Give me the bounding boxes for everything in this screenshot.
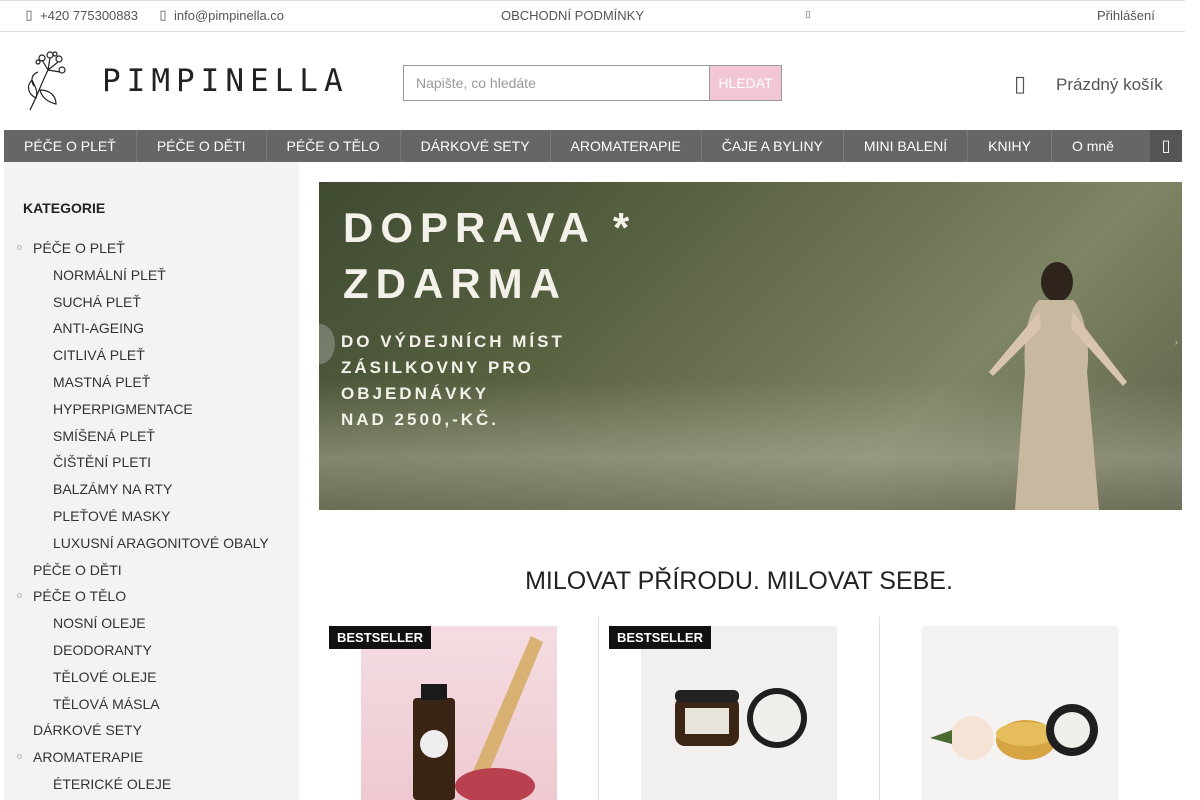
category-label: CITLIVÁ PLEŤ <box>53 347 145 364</box>
category-label: NOSNÍ OLEJE <box>53 615 146 632</box>
logo[interactable]: PIMPINELLA <box>24 50 349 112</box>
nav-item-aromatherapy[interactable]: AROMATERAPIE <box>551 130 702 162</box>
category-label: NORMÁLNÍ PLEŤ <box>53 266 166 283</box>
logo-plant-icon <box>27 51 66 111</box>
category-sidebar: KATEGORIE PÉČE O PLEŤ NORMÁLNÍ PLEŤ SUCHÁ … <box>4 162 299 800</box>
nav-item-about[interactable]: O mně <box>1052 130 1134 162</box>
expand-bullet-icon <box>17 593 22 599</box>
nav-item-teas-herbs[interactable]: ČAJE A BYLINY <box>702 130 844 162</box>
cart[interactable]: ▯ Prázdný košík <box>1012 72 1163 97</box>
product-image[interactable] <box>641 626 837 800</box>
bestseller-badge: BESTSELLER <box>329 626 431 649</box>
category-label: AROMATERAPIE <box>33 749 144 766</box>
category-label: HYPERPIGMENTACE <box>53 400 193 417</box>
category-label: TĚLOVÉ OLEJE <box>53 668 157 685</box>
sidebar-category[interactable]: DÁRKOVÉ SETY <box>33 722 142 738</box>
sidebar-category[interactable]: PÉČE O DĚTI <box>33 562 122 578</box>
sidebar-subcategory[interactable]: ČIŠTĚNÍ PLETI <box>53 454 151 470</box>
search-button[interactable]: HLEDAT <box>709 65 782 101</box>
nav-item-skin-care[interactable]: PÉČE O PLEŤ <box>4 130 137 162</box>
flag-icon[interactable]: ▯ <box>803 10 813 20</box>
category-label: ANTI-AGEING <box>53 320 145 337</box>
banner-line-5: OBJEDNÁVKY <box>341 384 490 403</box>
main-nav: PÉČE O PLEŤ PÉČE O DĚTI PÉČE O TĚLO DÁRK… <box>4 130 1182 162</box>
banner-woman-image <box>989 262 1127 510</box>
category-label: PÉČE O TĚLO <box>33 588 127 605</box>
product-image[interactable] <box>361 626 557 800</box>
nav-item-gift-sets[interactable]: DÁRKOVÉ SETY <box>401 130 551 162</box>
sidebar-subcategory[interactable]: DEODORANTY <box>53 642 152 658</box>
category-label: ČIŠTĚNÍ PLETI <box>53 454 152 471</box>
category-label: PÉČE O DĚTI <box>33 561 122 578</box>
banner-next-icon[interactable]: › <box>1175 337 1178 348</box>
banner-line-3: DO VÝDEJNÍCH MÍST <box>341 332 565 351</box>
cart-label: Prázdný košík <box>1056 74 1163 94</box>
page-tagline: MILOVAT PŘÍRODU. MILOVAT SEBE. <box>525 567 953 595</box>
sidebar-subcategory[interactable]: CITLIVÁ PLEŤ <box>53 347 145 363</box>
login-link[interactable]: Přihlášení <box>1097 8 1155 23</box>
search-icon[interactable]: ▯ <box>1150 130 1182 162</box>
phone-number: +420 775300883 <box>40 8 138 23</box>
promo-banner[interactable]: DOPRAVA * ZDARMA DO VÝDEJNÍCH MÍST ZÁSIL… <box>319 182 1182 510</box>
brand-name: PIMPINELLA <box>102 63 349 99</box>
sidebar-category[interactable]: PÉČE O TĚLO <box>17 588 127 605</box>
category-label: SUCHÁ PLEŤ <box>53 293 141 310</box>
sidebar-subcategory[interactable]: TĚLOVÉ OLEJE <box>53 669 156 685</box>
banner-line-2: ZDARMA <box>343 260 567 307</box>
sidebar-subcategory[interactable]: HYPERPIGMENTACE <box>53 401 193 417</box>
category-label: BALZÁMY NA RTY <box>53 481 173 498</box>
category-label: PÉČE O PLEŤ <box>33 240 125 256</box>
category-label: DEODORANTY <box>53 642 152 658</box>
sidebar-category[interactable]: AROMATERAPIE <box>17 749 144 766</box>
product-image[interactable] <box>922 626 1118 800</box>
sidebar-subcategory[interactable]: ÉTERICKÉ OLEJE <box>53 776 171 792</box>
phone-link[interactable]: ▯ +420 775300883 <box>24 8 138 23</box>
terms-label: OBCHODNÍ PODMÍNKY <box>501 8 645 23</box>
product-card[interactable] <box>880 617 1161 800</box>
sidebar-subcategory[interactable]: MASTNÁ PLEŤ <box>53 374 150 390</box>
sidebar-subcategory[interactable]: LUXUSNÍ ARAGONITOVÉ OBALY <box>53 535 269 551</box>
nav-item-books[interactable]: KNIHY <box>968 130 1052 162</box>
banner-prev-button[interactable] <box>319 324 335 364</box>
search-form: HLEDAT <box>403 65 782 101</box>
phone-icon: ▯ <box>25 8 33 23</box>
terms-link[interactable]: OBCHODNÍ PODMÍNKY <box>501 8 644 23</box>
category-label: ÉTERICKÉ OLEJE <box>53 776 172 792</box>
sidebar-category[interactable]: PÉČE O PLEŤ <box>17 240 125 256</box>
category-label: SMÍŠENÁ PLEŤ <box>53 427 155 444</box>
category-label: DÁRKOVÉ SETY <box>33 722 142 739</box>
sidebar-subcategory[interactable]: SUCHÁ PLEŤ <box>53 294 141 310</box>
expand-bullet-icon <box>17 245 22 250</box>
search-input[interactable] <box>403 65 709 101</box>
banner-line-4: ZÁSILKOVNY PRO <box>341 358 534 377</box>
category-label: MASTNÁ PLEŤ <box>53 374 151 390</box>
banner-line-6: NAD 2500,-KČ. <box>341 410 500 429</box>
mail-icon: ▯ <box>159 8 167 23</box>
sidebar-subcategory[interactable]: NOSNÍ OLEJE <box>53 615 146 631</box>
category-label: PLEŤOVÉ MASKY <box>53 508 171 524</box>
product-card[interactable]: BESTSELLER <box>599 617 879 800</box>
sidebar-subcategory[interactable]: TĚLOVÁ MÁSLA <box>53 696 160 712</box>
sidebar-subcategory[interactable]: ANTI-AGEING <box>53 320 144 336</box>
sidebar-subcategory[interactable]: BALZÁMY NA RTY <box>53 481 172 497</box>
email-link[interactable]: ▯ info@pimpinella.co <box>158 8 284 23</box>
nav-item-kids-care[interactable]: PÉČE O DĚTI <box>137 130 267 162</box>
bestseller-badge: BESTSELLER <box>609 626 711 649</box>
category-label: LUXUSNÍ ARAGONITOVÉ OBALY <box>53 534 269 551</box>
email-address: info@pimpinella.co <box>174 8 285 23</box>
login-label: Přihlášení <box>1097 8 1155 23</box>
sidebar-subcategory[interactable]: PLEŤOVÉ MASKY <box>53 508 170 524</box>
nav-item-mini-packs[interactable]: MINI BALENÍ <box>844 130 969 162</box>
expand-bullet-icon <box>17 754 22 760</box>
sidebar-title: KATEGORIE <box>23 200 106 216</box>
product-card[interactable]: BESTSELLER <box>319 617 598 800</box>
nav-item-body-care[interactable]: PÉČE O TĚLO <box>267 130 401 162</box>
sidebar-subcategory[interactable]: SMÍŠENÁ PLEŤ <box>53 428 155 444</box>
cart-icon: ▯ <box>1013 72 1027 97</box>
category-label: TĚLOVÁ MÁSLA <box>53 695 160 712</box>
banner-line-1: DOPRAVA * <box>343 204 637 251</box>
top-bar: ▯ +420 775300883 ▯ info@pimpinella.co OB… <box>0 0 1185 32</box>
sidebar-subcategory[interactable]: NORMÁLNÍ PLEŤ <box>53 267 166 283</box>
